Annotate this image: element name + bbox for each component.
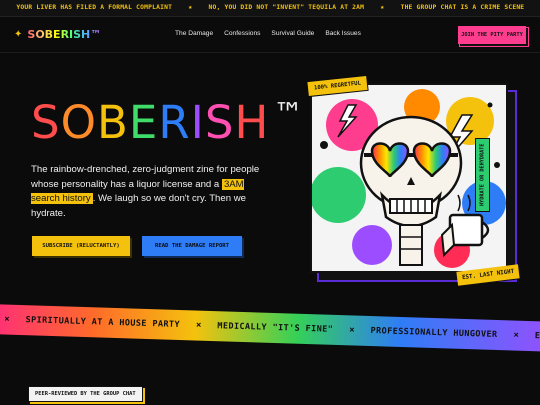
subscribe-button[interactable]: SUBSCRIBE (RELUCTANTLY) bbox=[32, 236, 130, 256]
hero-title-letter: I bbox=[190, 96, 205, 149]
marquee-item: SPIRITUALLY AT A HOUSE PARTY bbox=[25, 315, 181, 331]
marquee-track: × SPIRITUALLY AT A HOUSE PARTY × MEDICALLY … bbox=[0, 314, 540, 343]
star-icon: ★ bbox=[188, 3, 193, 11]
sparkle-icon: ✦ bbox=[14, 29, 23, 40]
ticker-item: ★YOUR LIVER HAS FILED A FORMAL COMPLAINT bbox=[0, 3, 172, 11]
ticker-text: YOUR LIVER HAS FILED A FORMAL COMPLAINT bbox=[16, 3, 173, 11]
read-damage-report-button[interactable]: READ THE DAMAGE REPORT bbox=[142, 236, 242, 256]
nav-link-back-issues[interactable]: Back Issues bbox=[325, 30, 361, 37]
ticker-item: ★ NO, YOU DID NOT "INVENT" TEQUILA AT 2AM bbox=[188, 3, 364, 11]
cross-icon: × bbox=[3, 314, 10, 325]
hero-title-letter: ™ bbox=[273, 97, 305, 132]
ticker-track: ★YOUR LIVER HAS FILED A FORMAL COMPLAINT… bbox=[0, 3, 540, 11]
nav-links: The Damage Confessions Survival Guide Ba… bbox=[175, 30, 361, 37]
main-nav: ✦ SOBERISH™ The Damage Confessions Survi… bbox=[0, 18, 540, 53]
hero-title-letter: B bbox=[97, 96, 129, 149]
cross-icon: × bbox=[349, 325, 355, 336]
hero-title-letter: H bbox=[234, 96, 270, 149]
marquee-item: MEDICALLY "IT'S FINE" bbox=[217, 321, 334, 335]
hero-title-letter: R bbox=[158, 96, 191, 149]
hero-title-letter: S bbox=[31, 96, 61, 149]
logo[interactable]: ✦ SOBERISH™ bbox=[14, 28, 101, 41]
hydrate-vertical-tag: HYDRATE OR DEHYDRATE bbox=[475, 138, 490, 212]
join-pity-party-button[interactable]: JOIN THE PITY PARTY bbox=[458, 26, 526, 44]
ticker-text: THE GROUP CHAT IS A CRIME SCENE bbox=[400, 3, 525, 11]
nav-link-the-damage[interactable]: The Damage bbox=[175, 30, 213, 37]
star-icon: ★ bbox=[380, 3, 385, 11]
hero-title-letter: O bbox=[60, 96, 97, 149]
hero-title-letter: E bbox=[128, 96, 159, 149]
rainbow-marquee-band: × SPIRITUALLY AT A HOUSE PARTY × MEDICALLY … bbox=[0, 304, 540, 352]
nav-link-survival-guide[interactable]: Survival Guide bbox=[271, 30, 314, 37]
nav-link-confessions[interactable]: Confessions bbox=[224, 30, 260, 37]
hero-title-letter: S bbox=[204, 96, 235, 149]
logo-text: SOBERISH™ bbox=[27, 28, 102, 41]
cross-icon: × bbox=[195, 320, 202, 331]
marquee-item: PROFESSIONALLY HUNGOVER bbox=[370, 326, 498, 340]
top-ticker: ★YOUR LIVER HAS FILED A FORMAL COMPLAINT… bbox=[0, 0, 540, 17]
hero-title: S O B E R I S H ™ bbox=[31, 96, 305, 149]
ticker-item: ★ THE GROUP CHAT IS A CRIME SCENE bbox=[380, 3, 524, 11]
cross-icon: × bbox=[513, 330, 520, 341]
peer-reviewed-badge: PEER-REVIEWED BY THE GROUP CHAT bbox=[28, 386, 143, 402]
ticker-text: NO, YOU DID NOT "INVENT" TEQUILA AT 2AM bbox=[208, 3, 365, 11]
hero-description: The rainbow-drenched, zero-judgment zine… bbox=[31, 163, 271, 221]
marquee-item: EMOTIONAL bbox=[534, 331, 540, 343]
